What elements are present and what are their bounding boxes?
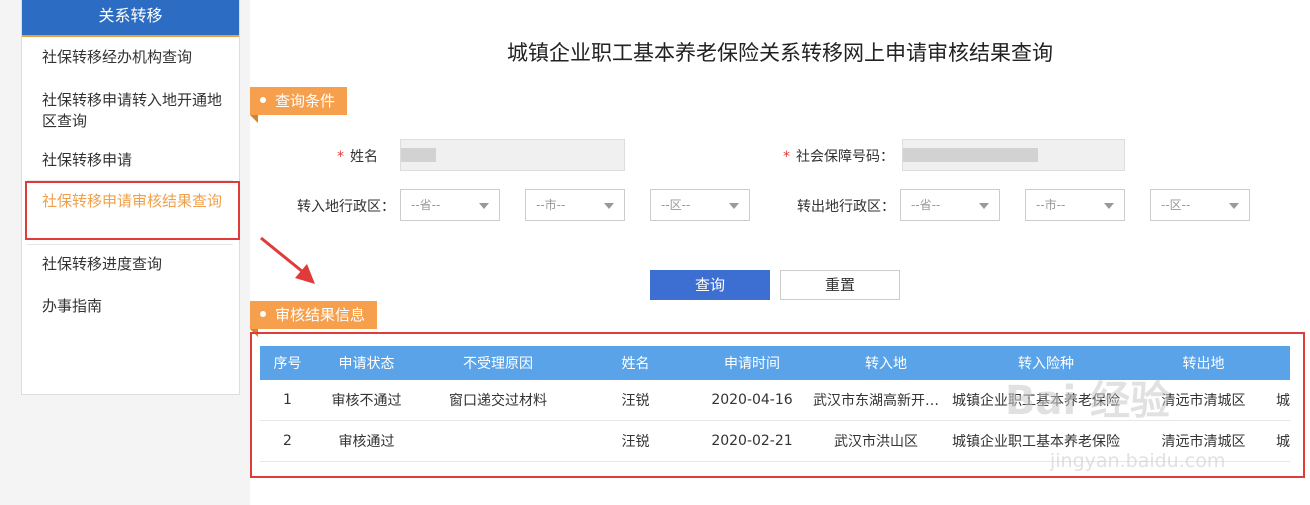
column-header: 姓名 [621, 356, 650, 372]
caret-down-icon [979, 203, 989, 209]
query-section-tag: 查询条件 [250, 87, 348, 123]
in-region-label: 转入地行政区： [297, 199, 395, 215]
results-section-label: 审核结果信息 [275, 306, 366, 324]
cell-in-region: 武汉市东湖高新开… [813, 393, 939, 409]
cell-status: 审核通过 [338, 434, 395, 450]
cell-reason: 窗口递交过材料 [449, 393, 547, 409]
redacted-value [903, 148, 1038, 162]
sidebar-title: 关系转移 [22, 0, 239, 37]
search-button[interactable]: 查询 [650, 270, 770, 300]
out-city-select[interactable]: --市-- [1025, 189, 1125, 221]
sidebar-divider [27, 244, 233, 245]
column-header: 序号 [273, 356, 302, 372]
dot-icon [260, 96, 266, 103]
reset-button[interactable]: 重置 [780, 270, 900, 300]
ssn-input[interactable] [902, 139, 1125, 171]
cell-in-region: 武汉市洪山区 [834, 434, 918, 450]
caret-down-icon [479, 203, 489, 209]
watermark-logo: Bai 经验 [1005, 378, 1171, 424]
cell-reason [418, 421, 578, 461]
redacted-value [401, 148, 436, 162]
cell-truncated: 城 [1276, 434, 1290, 450]
column-header: 申请时间 [724, 356, 780, 372]
cell-index: 2 [283, 433, 292, 449]
cell-name: 汪锐 [621, 393, 650, 409]
caret-down-icon [1229, 203, 1239, 209]
column-header: 转入地 [865, 356, 907, 372]
sidebar-item-open-region-query[interactable]: 社保转移申请转入地开通地区查询 [42, 90, 232, 132]
in-district-select[interactable]: --区-- [650, 189, 750, 221]
query-section-label: 查询条件 [275, 92, 336, 110]
dot-icon [260, 310, 266, 317]
caret-down-icon [604, 203, 614, 209]
in-province-select[interactable]: --省-- [400, 189, 500, 221]
cell-truncated: 城 [1276, 393, 1290, 409]
name-label: * 姓名 [337, 149, 378, 165]
column-header: 申请状态 [338, 356, 395, 372]
out-district-select[interactable]: --区-- [1150, 189, 1250, 221]
cell-index: 1 [283, 392, 292, 408]
in-city-select[interactable]: --市-- [525, 189, 625, 221]
sidebar-item-guide[interactable]: 办事指南 [42, 296, 232, 317]
out-region-label: 转出地行政区： [797, 199, 895, 215]
cell-status: 审核不通过 [331, 393, 402, 409]
tag-tail-icon [250, 115, 258, 123]
caret-down-icon [1104, 203, 1114, 209]
sidebar-item-agency-query[interactable]: 社保转移经办机构查询 [42, 47, 232, 68]
page-title: 城镇企业职工基本养老保险关系转移网上申请审核结果查询 [507, 41, 1053, 65]
cell-name: 汪锐 [621, 434, 650, 450]
name-input[interactable] [400, 139, 625, 171]
red-arrow-icon [260, 236, 315, 284]
out-province-select[interactable]: --省-- [900, 189, 1000, 221]
highlight-box-sidebar [25, 181, 240, 240]
sidebar-item-transfer-apply[interactable]: 社保转移申请 [42, 150, 232, 171]
caret-down-icon [729, 203, 739, 209]
ssn-label: * 社会保障号码： [783, 149, 894, 165]
sidebar-item-progress-query[interactable]: 社保转移进度查询 [42, 254, 232, 275]
results-section-tag: 审核结果信息 [250, 301, 378, 337]
watermark-url: jingyan.baidu.com [1050, 450, 1226, 472]
column-header: 不受理原因 [463, 356, 533, 372]
